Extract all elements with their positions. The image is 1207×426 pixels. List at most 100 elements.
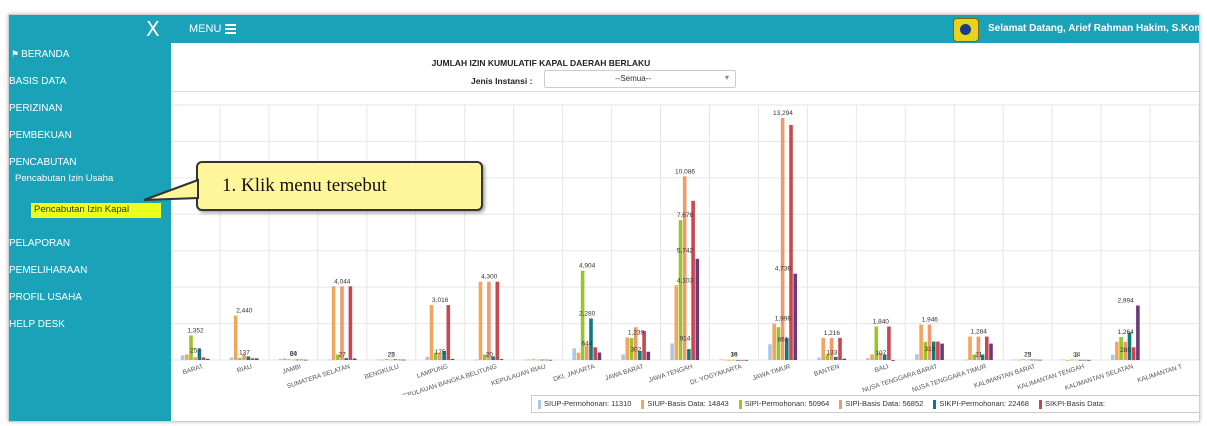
jenis-instansi-select[interactable]: --Semua-- ▾ [544, 70, 736, 88]
chart-bar [576, 352, 581, 360]
hamburger-icon [225, 22, 237, 36]
chart-bar [740, 359, 744, 361]
sidebar-item-pembekuan[interactable]: PEMBEKUAN [9, 130, 72, 141]
sidebar-item-perizinan[interactable]: PERIZINAN [9, 103, 62, 114]
sidebar-subitem-pencabutan-izin-usaha[interactable]: Pencabutan Izin Usaha [15, 173, 113, 184]
chart-bar [695, 258, 700, 360]
chevron-down-icon: ▾ [724, 73, 729, 82]
chart-bar [1021, 359, 1025, 361]
chart-bar [425, 356, 430, 360]
top-navbar: X MENU Selamat Datang, Arief Rahman Haki… [9, 15, 1199, 43]
sidebar-item-pemeliharaan[interactable]: PEMELIHARAAN [9, 265, 87, 276]
data-label: 1,264 [1117, 329, 1134, 336]
sidebar-subitem-pencabutan-izin-kapal[interactable]: Pencabutan Izin Kapal [31, 203, 161, 218]
legend-swatch [933, 399, 937, 409]
x-tick-label: JAWA TENGAH [648, 363, 694, 384]
x-tick-label: BALI [874, 363, 890, 374]
data-label: 4,103 [677, 277, 694, 284]
chart-bar [206, 358, 210, 360]
sidebar-item-pelaporan[interactable]: PELAPORAN [9, 238, 70, 249]
sidebar-item-profil-usaha[interactable]: PROFIL USAHA [9, 292, 82, 303]
legend-item[interactable]: SIKPI-Basis Data: [1038, 399, 1105, 409]
x-tick-label: KALIMANTAN T [1137, 363, 1184, 384]
chart-bar [1034, 359, 1038, 361]
agency-logo [953, 18, 979, 42]
chart-bar [927, 324, 932, 360]
legend-swatch [1038, 399, 1042, 409]
chart-bar [1061, 359, 1066, 361]
data-label: 1,840 [873, 319, 890, 326]
data-label: 13,294 [773, 110, 793, 117]
legend-label: SIPI-Permohonan: 50964 [744, 399, 830, 409]
data-label: 2,440 [236, 308, 253, 315]
data-label: 22 [1024, 352, 1032, 359]
chart-bar [1115, 341, 1119, 360]
chart-bar [238, 357, 242, 360]
chart-bar [968, 336, 972, 360]
menu-toggle-button[interactable]: MENU [189, 22, 237, 36]
chart-bar [499, 359, 504, 360]
chart-bar [246, 356, 251, 360]
chart-bar [597, 352, 602, 360]
chart-bar [1078, 359, 1083, 361]
sidebar-subitem-label: Pencabutan Izin Kapal [34, 204, 130, 215]
data-label: 4,904 [579, 263, 596, 270]
chart-bar [919, 324, 923, 360]
legend-label: SIUP-Basis Data: 14843 [647, 399, 729, 409]
chart-bar [376, 359, 381, 361]
x-tick-label: RIAU [236, 363, 253, 375]
x-tick-label: BENGKULU [364, 363, 400, 381]
callout-pointer [143, 178, 199, 201]
filter-label: Jenis Instansi : [471, 76, 533, 86]
chart-bar [674, 285, 679, 360]
chart-bar [940, 343, 944, 360]
x-tick-label: JAWA TIMUR [752, 363, 792, 382]
sidebar-item-help-desk[interactable]: HELP DESK [9, 319, 65, 330]
chart-bar [585, 345, 589, 360]
app-window: X MENU Selamat Datang, Arief Rahman Haki… [8, 14, 1200, 422]
chart-bar [254, 358, 259, 360]
data-label: 1,216 [824, 330, 841, 337]
chart-bar [1013, 359, 1017, 361]
chart-bar [331, 286, 336, 360]
chart-bar [1131, 347, 1136, 361]
chart-bar [866, 358, 870, 360]
data-label: 4,300 [481, 274, 498, 281]
legend-item[interactable]: SIPI-Basis Data: 56852 [839, 399, 923, 409]
legend-item[interactable]: SIPI-Permohonan: 50964 [738, 399, 830, 409]
chart-bar [450, 358, 455, 360]
legend-label: SIPI-Basis Data: 56852 [845, 399, 924, 409]
chart-bar [385, 359, 389, 360]
chart-bar [780, 117, 785, 361]
legend-label: SIKPI-Permohonan: 22468 [939, 399, 1029, 409]
chart-bar [389, 359, 393, 361]
chart-bar [548, 359, 553, 361]
data-label: 80 [290, 351, 298, 358]
chart-bar [352, 358, 357, 360]
data-label: 4,044 [334, 278, 351, 285]
chart-bar [719, 359, 723, 361]
legend-item[interactable]: SIKPI-Permohonan: 22468 [933, 399, 1029, 409]
data-label: 175 [435, 349, 446, 356]
chart-bar [723, 359, 728, 361]
chart-bar [446, 305, 451, 360]
legend-item[interactable]: SIUP-Permohonan: 11310 [538, 399, 631, 409]
legend-item[interactable]: SIUP-Basis Data: 14843 [641, 399, 729, 409]
sidebar-item-beranda[interactable]: ⚑ BERANDA [11, 49, 69, 60]
chart-bar [572, 348, 576, 360]
chart-bar [964, 359, 968, 361]
data-label: 3,016 [432, 297, 449, 304]
close-sidebar-button[interactable]: X [146, 17, 160, 41]
chart-bar [887, 326, 891, 360]
chart-bar [646, 351, 651, 360]
data-label: 5,742 [677, 247, 694, 254]
data-label: 16 [730, 352, 738, 359]
sidebar-item-pencabutan[interactable]: PENCABUTAN [9, 157, 77, 168]
chart-bar [180, 355, 185, 360]
chart-bar [936, 341, 940, 360]
x-tick-label: KEPULAUAN RIAU [491, 363, 547, 387]
data-label: 21 [975, 352, 983, 359]
legend-label: SIUP-Permohonan: 11310 [544, 399, 632, 409]
sidebar-item-label: BERANDA [21, 49, 70, 60]
sidebar-item-basis-data[interactable]: BASIS DATA [9, 76, 66, 87]
